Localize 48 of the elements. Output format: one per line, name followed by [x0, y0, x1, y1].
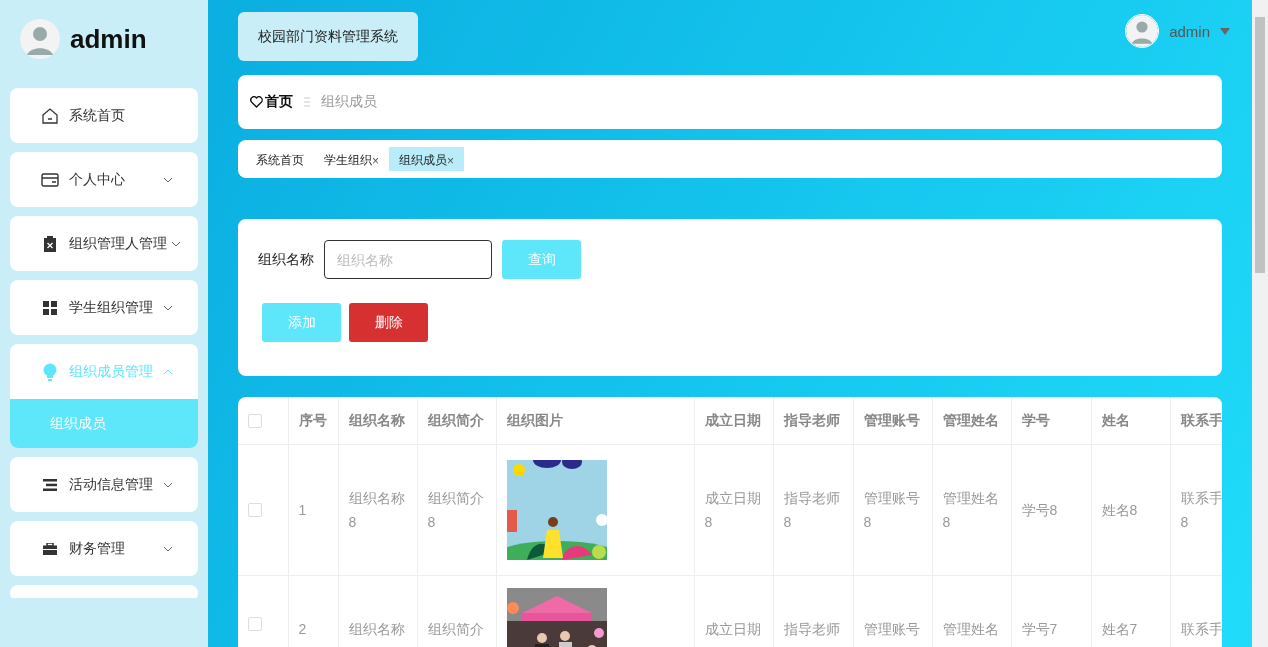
table-cell-text: 联系手: [1180, 620, 1222, 639]
table-cell: 组织简介8: [427, 490, 484, 530]
column-header: 管理账号: [863, 411, 920, 428]
table-cell: 指导老师8: [783, 490, 840, 530]
column-header: 学号: [1021, 411, 1050, 428]
table-cell: 管理姓名8: [942, 490, 999, 530]
table-cell-text: 联系手8: [1180, 489, 1222, 532]
menu-item[interactable]: 组织管理人管理: [10, 216, 198, 271]
column-header: 序号: [298, 411, 327, 428]
table-cell: 管理账号: [863, 621, 920, 637]
column-header: 组织图片: [506, 411, 563, 428]
menu-item[interactable]: 学生组织管理: [10, 280, 198, 335]
column-header: 姓名: [1101, 411, 1130, 428]
table-cell: 2: [298, 621, 307, 637]
page-tab[interactable]: 组织成员×: [389, 147, 465, 171]
menu-item[interactable]: 个人中心: [10, 152, 198, 207]
table-cell: 1: [298, 502, 307, 518]
page-tab[interactable]: 系统首页: [246, 147, 314, 171]
column-header: 组织名称: [348, 411, 405, 428]
column-header: 指导老师: [783, 411, 840, 428]
table-cell: 学号8: [1021, 502, 1058, 518]
delete-button[interactable]: 删除: [349, 303, 428, 342]
field-label: 组织名称: [258, 250, 314, 269]
page-tab[interactable]: 学生组织×: [314, 147, 389, 171]
column-header: 成立日期: [704, 411, 761, 428]
table-cell: 指导老师: [783, 621, 840, 637]
table-cell: 成立日期: [704, 621, 761, 637]
column-header: 联系手: [1180, 411, 1222, 428]
table-cell: 姓名7: [1101, 621, 1138, 637]
user-name: admin: [70, 23, 147, 55]
table-cell: 组织简介: [427, 621, 484, 637]
column-header: 组织简介: [427, 411, 484, 428]
menu-item[interactable]: 活动信息管理: [10, 457, 198, 512]
table-cell: 组织名称8: [348, 490, 405, 530]
table-cell: 学号7: [1021, 621, 1058, 637]
column-header: 管理姓名: [942, 411, 999, 428]
table-cell: 成立日期8: [704, 490, 761, 530]
table-cell: 组织名称: [348, 621, 405, 637]
system-title: 校园部门资料管理系统: [238, 12, 418, 61]
table-cell: 管理姓名: [942, 621, 999, 637]
menu-item[interactable]: 系统首页: [10, 88, 198, 143]
table-cell: 管理账号8: [863, 490, 920, 530]
table-cell: 姓名8: [1101, 502, 1138, 518]
user-menu[interactable]: admin: [1125, 14, 1230, 48]
breadcrumb-item: 组织成员: [321, 93, 377, 111]
breadcrumb-link[interactable]: 首页: [250, 93, 293, 111]
search-field[interactable]: 组织名称: [324, 240, 492, 279]
menu-item[interactable]: 财务管理: [10, 521, 198, 576]
